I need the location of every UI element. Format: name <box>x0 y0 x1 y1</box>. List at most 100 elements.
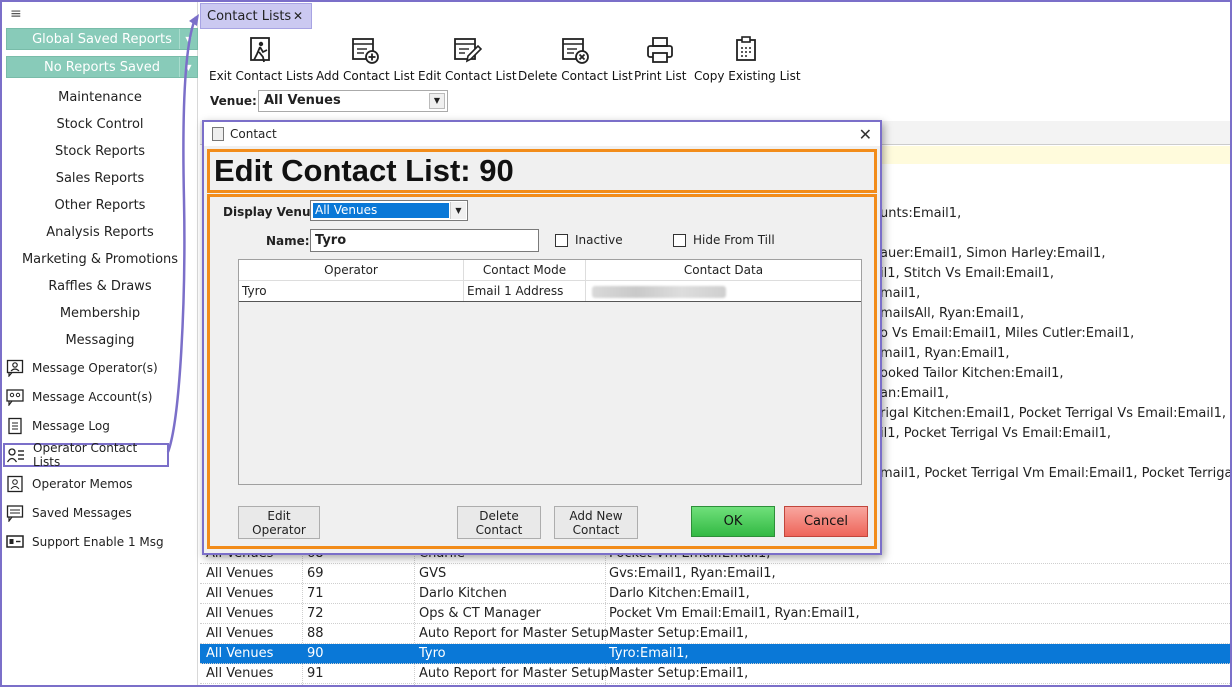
column-header-contact-data[interactable]: Contact Data <box>586 260 861 281</box>
exit-contact-lists-button[interactable]: Exit Contact Lists <box>209 35 313 83</box>
global-saved-reports-dropdown[interactable]: Global Saved Reports ▼ <box>6 28 198 50</box>
button-label-line2: Contact <box>572 523 620 537</box>
grid-cell-data[interactable]: ooked Tailor Kitchen:Email1, <box>880 366 1063 381</box>
sidebar-item-other-reports[interactable]: Other Reports <box>2 198 198 213</box>
sidebar-item-saved-messages[interactable]: Saved Messages <box>4 501 174 525</box>
sidebar-item-operator-contact-lists[interactable]: Operator Contact Lists <box>3 441 169 469</box>
inactive-label: Inactive <box>575 233 623 247</box>
sidebar-item-membership[interactable]: Membership <box>2 306 198 321</box>
column-header-operator[interactable]: Operator <box>239 260 464 281</box>
grid-cell-id: 72 <box>307 606 324 621</box>
hide-from-till-checkbox[interactable]: Hide From Till <box>673 233 775 247</box>
edit-label: Edit Contact List <box>418 69 517 83</box>
grid-cell-data[interactable]: il1, Pocket Terrigal Vs Email:Email1, <box>880 426 1111 441</box>
column-header-contact-mode[interactable]: Contact Mode <box>464 260 586 281</box>
display-venue-select[interactable]: All Venues ▼ <box>310 200 468 221</box>
close-tab-icon[interactable]: ✕ <box>293 9 303 23</box>
grid-cell-id: 69 <box>307 566 324 581</box>
close-icon[interactable]: ✕ <box>859 125 872 144</box>
grid-cell-data: Master Setup:Email1, <box>609 666 749 681</box>
copy-list-icon <box>736 36 757 61</box>
grid-cell-data[interactable]: o Vs Email:Email1, Miles Cutler:Email1, <box>880 326 1134 341</box>
checkbox-box[interactable] <box>673 233 686 247</box>
edit-contact-list-button[interactable]: Edit Contact List <box>418 35 517 83</box>
hide-from-till-label: Hide From Till <box>693 233 775 247</box>
print-list-button[interactable]: Print List <box>634 35 686 83</box>
grid-cell-name: Auto Report for Master Setup <box>419 626 609 641</box>
sidebar-item-raffles-draws[interactable]: Raffles & Draws <box>2 279 198 294</box>
copy-existing-list-button[interactable]: Copy Existing List <box>694 35 801 83</box>
grid-cell-venue: All Venues <box>206 626 274 641</box>
add-new-contact-button[interactable]: Add New Contact <box>554 506 638 539</box>
support-icon <box>6 533 24 551</box>
grid-cell-data: Darlo Kitchen:Email1, <box>609 586 750 601</box>
delete-contact-button[interactable]: Delete Contact <box>457 506 541 539</box>
sidebar-item-stock-control[interactable]: Stock Control <box>2 117 198 132</box>
sidebar-item-label: Saved Messages <box>32 506 132 520</box>
venue-label: Venue: <box>210 94 257 108</box>
grid-filter-row[interactable] <box>880 146 1230 164</box>
sidebar-item-sales-reports[interactable]: Sales Reports <box>2 171 198 186</box>
sidebar-item-analysis-reports[interactable]: Analysis Reports <box>2 225 198 240</box>
edit-list-icon <box>454 38 483 63</box>
grid-cell-data[interactable]: mailsAll, Ryan:Email1, <box>880 306 1024 321</box>
sidebar-item-maintenance[interactable]: Maintenance <box>2 90 198 105</box>
edit-operator-button[interactable]: Edit Operator <box>238 506 320 539</box>
name-field[interactable]: Tyro <box>310 229 539 252</box>
no-reports-saved-dropdown[interactable]: No Reports Saved ▼ <box>6 56 198 78</box>
tab-contact-lists[interactable]: Contact Lists ✕ <box>200 3 312 29</box>
venue-select[interactable]: All Venues ▼ <box>258 90 448 112</box>
sidebar-item-message-operators[interactable]: Message Operator(s) <box>4 356 174 380</box>
grid-cell-data[interactable]: il1, Stitch Vs Email:Email1, <box>880 266 1054 281</box>
add-list-icon <box>352 38 380 64</box>
button-label-line2: Contact <box>475 523 523 537</box>
table-row[interactable]: All Venues 88 Auto Report for Master Set… <box>200 624 1230 644</box>
delete-contact-list-button[interactable]: Delete Contact List <box>518 35 633 83</box>
inactive-checkbox[interactable]: Inactive <box>555 233 623 247</box>
tab-label: Contact Lists <box>207 8 292 24</box>
grid-cell-data[interactable]: mail1, <box>880 286 920 301</box>
sidebar-item-message-log[interactable]: Message Log <box>4 414 174 438</box>
checkbox-box[interactable] <box>555 233 568 247</box>
copy-label: Copy Existing List <box>694 69 801 83</box>
add-contact-list-button[interactable]: Add Contact List <box>316 35 415 83</box>
grid-cell-data[interactable]: mail1, Pocket Terrigal Vm Email:Email1, … <box>880 466 1232 481</box>
grid-cell-data[interactable]: mail1, Ryan:Email1, <box>880 346 1009 361</box>
grid-cell-name: Ops & CT Manager <box>419 606 541 621</box>
table-header: Operator Contact Mode Contact Data <box>239 260 861 281</box>
table-row[interactable]: Tyro Email 1 Address <box>239 281 861 302</box>
dialog-title-bar[interactable]: Contact ✕ <box>204 122 880 146</box>
sidebar-item-support-enable[interactable]: Support Enable 1 Msg <box>4 530 174 554</box>
sidebar-item-label: Operator Contact Lists <box>33 441 138 469</box>
contact-list-icon <box>7 446 25 464</box>
button-label-line1: Edit <box>267 509 291 523</box>
chevron-down-icon[interactable]: ▼ <box>179 57 197 77</box>
grid-cell-data[interactable]: unts:Email1, <box>880 206 961 221</box>
grid-cell-data[interactable]: an:Email1, <box>880 386 949 401</box>
table-row-selected[interactable]: All Venues 90 Tyro Tyro:Email1, <box>200 644 1230 664</box>
memo-icon <box>6 475 24 493</box>
sidebar-item-operator-memos[interactable]: Operator Memos <box>4 472 174 496</box>
chevron-down-icon[interactable]: ▼ <box>179 29 197 49</box>
cancel-button[interactable]: Cancel <box>784 506 868 537</box>
table-row[interactable]: All Venues 69 GVS Gvs:Email1, Ryan:Email… <box>200 564 1230 584</box>
table-row[interactable]: All Venues 91 Auto Report for Master Set… <box>200 664 1230 684</box>
grid-cell-id: 91 <box>307 666 324 681</box>
sidebar-item-messaging[interactable]: Messaging <box>2 333 198 348</box>
ok-button[interactable]: OK <box>691 506 775 537</box>
sidebar-item-marketing-promotions[interactable]: Marketing & Promotions <box>2 252 198 267</box>
table-row[interactable]: All Venues 71 Darlo Kitchen Darlo Kitche… <box>200 584 1230 604</box>
chevron-down-icon[interactable]: ▼ <box>429 93 445 109</box>
button-label-line1: Delete <box>479 509 519 523</box>
chevron-down-icon[interactable]: ▼ <box>450 202 466 219</box>
grid-cell-data[interactable]: rigal Kitchen:Email1, Pocket Terrigal Vs… <box>880 406 1226 421</box>
sidebar-item-stock-reports[interactable]: Stock Reports <box>2 144 198 159</box>
sidebar-item-message-accounts[interactable]: Message Account(s) <box>4 385 174 409</box>
grid-cell-data[interactable]: auer:Email1, Simon Harley:Email1, <box>880 246 1105 261</box>
table-row[interactable]: All Venues 72 Ops & CT Manager Pocket Vm… <box>200 604 1230 624</box>
grid-cell-venue: All Venues <box>206 586 274 601</box>
hamburger-menu-icon[interactable]: ≡ <box>10 7 23 21</box>
grid-cell-data: Tyro:Email1, <box>609 646 689 661</box>
grid-cell-data: Master Setup:Email1, <box>609 626 749 641</box>
grid-cell-id: 88 <box>307 626 324 641</box>
